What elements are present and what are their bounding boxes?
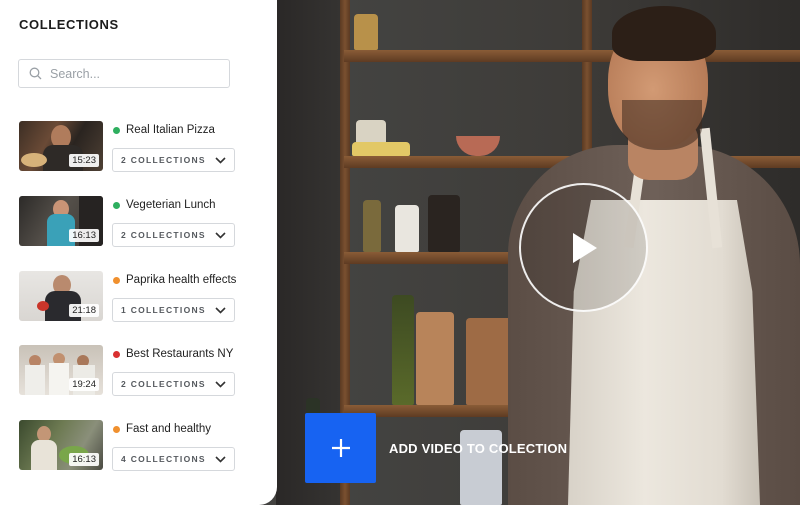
video-duration: 19:24 bbox=[69, 378, 99, 391]
jar bbox=[395, 205, 419, 252]
play-button[interactable] bbox=[519, 183, 648, 312]
chevron-down-icon bbox=[215, 231, 226, 239]
chevron-down-icon bbox=[215, 380, 226, 388]
video-list-item[interactable]: 15:23 Real Italian Pizza 2 COLLECTIONS bbox=[19, 121, 249, 173]
collections-panel: COLLECTIONS 15:23 Real Italian Pizza 2 C… bbox=[0, 0, 277, 505]
status-dot bbox=[113, 126, 120, 134]
video-title: Vegeterian Lunch bbox=[126, 199, 216, 211]
add-to-collection-button[interactable] bbox=[305, 413, 376, 483]
video-title: Fast and healthy bbox=[126, 423, 212, 435]
video-list-item[interactable]: 21:18 Paprika health effects 1 COLLECTIO… bbox=[19, 271, 249, 323]
search-box[interactable] bbox=[18, 59, 230, 88]
jar bbox=[354, 14, 378, 50]
status-dot bbox=[113, 276, 120, 284]
video-title: Best Restaurants NY bbox=[126, 348, 234, 360]
box bbox=[352, 142, 410, 156]
chef-beard bbox=[622, 100, 702, 150]
collections-dropdown[interactable]: 2 COLLECTIONS bbox=[112, 148, 235, 172]
bag bbox=[416, 312, 454, 405]
collections-dropdown[interactable]: 2 COLLECTIONS bbox=[112, 223, 235, 247]
video-list-item[interactable]: 16:13 Fast and healthy 4 COLLECTIONS bbox=[19, 420, 249, 472]
jar bbox=[363, 200, 381, 252]
plus-icon bbox=[331, 439, 350, 457]
jar bbox=[428, 195, 460, 252]
bottle bbox=[392, 295, 414, 405]
video-thumbnail[interactable]: 15:23 bbox=[19, 121, 103, 171]
chevron-down-icon bbox=[215, 455, 226, 463]
status-dot bbox=[113, 201, 120, 209]
collections-dropdown[interactable]: 4 COLLECTIONS bbox=[112, 447, 235, 471]
collections-count: 4 COLLECTIONS bbox=[121, 454, 206, 464]
add-to-collection-label[interactable]: ADD VIDEO TO COLECTION bbox=[389, 441, 567, 456]
chevron-down-icon bbox=[215, 156, 226, 164]
chevron-down-icon bbox=[215, 306, 226, 314]
collections-count: 2 COLLECTIONS bbox=[121, 230, 206, 240]
search-icon bbox=[29, 67, 42, 80]
collections-dropdown[interactable]: 1 COLLECTIONS bbox=[112, 298, 235, 322]
search-input[interactable] bbox=[50, 66, 210, 81]
bowl bbox=[456, 136, 500, 156]
video-list-item[interactable]: 19:24 Best Restaurants NY 2 COLLECTIONS bbox=[19, 345, 249, 397]
video-duration: 16:13 bbox=[69, 229, 99, 242]
panel-title: COLLECTIONS bbox=[19, 17, 119, 32]
collections-count: 2 COLLECTIONS bbox=[121, 155, 206, 165]
video-duration: 15:23 bbox=[69, 154, 99, 167]
video-duration: 21:18 bbox=[69, 304, 99, 317]
video-thumbnail[interactable]: 19:24 bbox=[19, 345, 103, 395]
collections-count: 2 COLLECTIONS bbox=[121, 379, 206, 389]
status-dot bbox=[113, 425, 120, 433]
collections-dropdown[interactable]: 2 COLLECTIONS bbox=[112, 372, 235, 396]
video-duration: 16:13 bbox=[69, 453, 99, 466]
play-icon bbox=[572, 232, 597, 263]
video-thumbnail[interactable]: 21:18 bbox=[19, 271, 103, 321]
video-thumbnail[interactable]: 16:13 bbox=[19, 420, 103, 470]
shelf bbox=[344, 50, 800, 62]
chef-hair bbox=[612, 6, 716, 61]
video-list-item[interactable]: 16:13 Vegeterian Lunch 2 COLLECTIONS bbox=[19, 196, 249, 248]
video-title: Paprika health effects bbox=[126, 274, 237, 286]
video-title: Real Italian Pizza bbox=[126, 124, 215, 136]
video-thumbnail[interactable]: 16:13 bbox=[19, 196, 103, 246]
collections-count: 1 COLLECTIONS bbox=[121, 305, 206, 315]
status-dot bbox=[113, 350, 120, 358]
